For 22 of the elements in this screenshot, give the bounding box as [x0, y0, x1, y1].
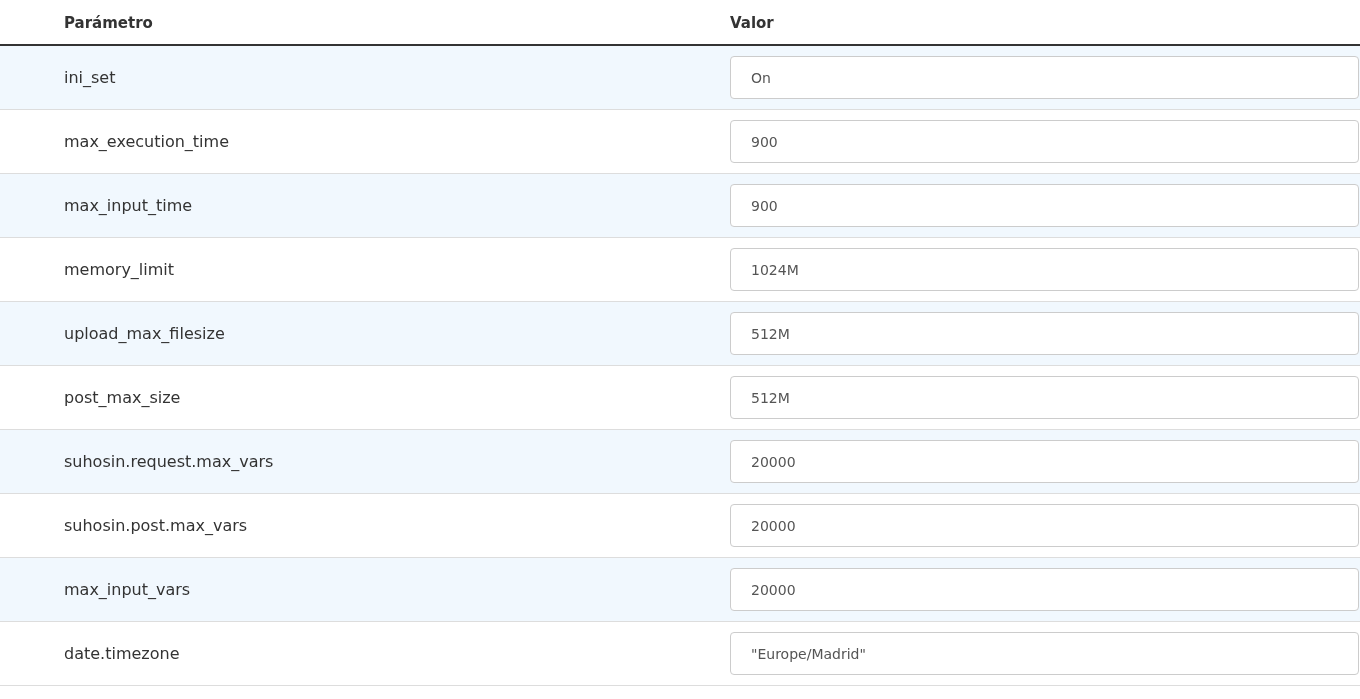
parameter-name: max_input_vars [64, 580, 191, 599]
parameter-name: upload_max_filesize [64, 324, 225, 343]
parameter-name: max_execution_time [64, 132, 229, 151]
parameter-name: ini_set [64, 68, 116, 87]
column-header: Valor [730, 13, 774, 32]
value-field[interactable]: 512M [730, 376, 1359, 419]
parameter-name: suhosin.post.max_vars [64, 516, 248, 535]
value-field[interactable]: 20000 [730, 568, 1359, 611]
parameter-name: suhosin.request.max_vars [64, 452, 274, 471]
parameter-name: date.timezone [64, 644, 180, 663]
value-field[interactable]: 1024M [730, 248, 1359, 291]
value-field[interactable]: "Europe/Madrid" [730, 632, 1359, 675]
value-field[interactable]: 512M [730, 312, 1359, 355]
value-field[interactable]: 20000 [730, 440, 1359, 483]
value-field[interactable]: 900 [730, 184, 1359, 227]
column-header: Parámetro [64, 13, 153, 32]
value-field[interactable]: 20000 [730, 504, 1359, 547]
value-field[interactable]: 900 [730, 120, 1359, 163]
parameter-name: max_input_time [64, 196, 193, 215]
value-field[interactable]: On [730, 56, 1359, 99]
parameter-name: memory_limit [64, 260, 175, 279]
parameter-name: post_max_size [64, 388, 181, 407]
